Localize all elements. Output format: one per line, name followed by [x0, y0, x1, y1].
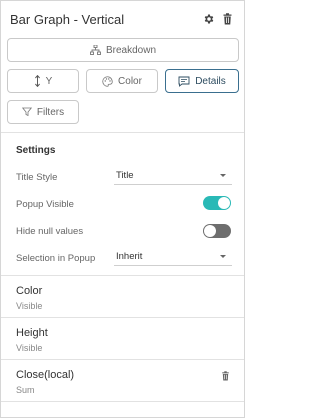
popup-visible-label: Popup Visible [16, 199, 74, 210]
field-subtext: Visible [16, 301, 43, 311]
breakdown-label: Breakdown [105, 44, 157, 56]
selection-popup-label: Selection in Popup [16, 253, 96, 264]
settings-title: Settings [16, 145, 56, 156]
filters-button[interactable]: Filters [7, 100, 79, 124]
field-item-close-local[interactable]: Close(local) Sum [1, 359, 244, 401]
field-subtext: Sum [16, 385, 35, 395]
comment-icon [178, 76, 190, 87]
settings-section: Settings Title Style Title Popup Visible… [1, 133, 244, 273]
field-name: Color [16, 285, 43, 297]
hierarchy-icon [90, 45, 101, 55]
properties-panel: Bar Graph - Vertical Breakdown Y Color D… [0, 0, 245, 418]
title-style-label: Title Style [16, 172, 58, 183]
field-list-end [1, 401, 244, 418]
panel-header: Bar Graph - Vertical [10, 10, 235, 28]
field-item-color[interactable]: Color Visible [1, 275, 244, 317]
field-subtext: Visible [16, 343, 43, 353]
trash-icon[interactable] [219, 11, 235, 27]
trash-icon[interactable] [221, 368, 230, 386]
selection-popup-select[interactable]: Inherit [114, 248, 232, 266]
breakdown-button[interactable]: Breakdown [7, 38, 239, 62]
hide-null-label: Hide null values [16, 226, 84, 237]
popup-visible-toggle[interactable] [203, 196, 231, 210]
chevron-down-icon [220, 255, 226, 258]
color-label: Color [118, 75, 142, 87]
color-button[interactable]: Color [86, 69, 158, 93]
filters-label: Filters [36, 106, 65, 118]
gear-icon[interactable] [201, 11, 217, 27]
field-name: Height [16, 327, 48, 339]
panel-title: Bar Graph - Vertical [10, 11, 125, 27]
toggle-knob [204, 225, 216, 237]
y-button[interactable]: Y [7, 69, 79, 93]
field-name: Close(local) [16, 369, 75, 381]
hide-null-toggle[interactable] [203, 224, 231, 238]
field-item-height[interactable]: Height Visible [1, 317, 244, 359]
chevron-down-icon [220, 174, 226, 177]
details-label: Details [195, 75, 226, 87]
details-button[interactable]: Details [165, 69, 239, 93]
filter-icon [21, 107, 32, 117]
palette-icon [102, 75, 113, 87]
y-label: Y [45, 75, 53, 87]
vertical-arrows-icon [34, 75, 40, 87]
title-style-select[interactable]: Title [114, 167, 232, 185]
title-style-value: Title [116, 170, 134, 181]
selection-popup-value: Inherit [116, 251, 143, 262]
toggle-knob [218, 197, 230, 209]
